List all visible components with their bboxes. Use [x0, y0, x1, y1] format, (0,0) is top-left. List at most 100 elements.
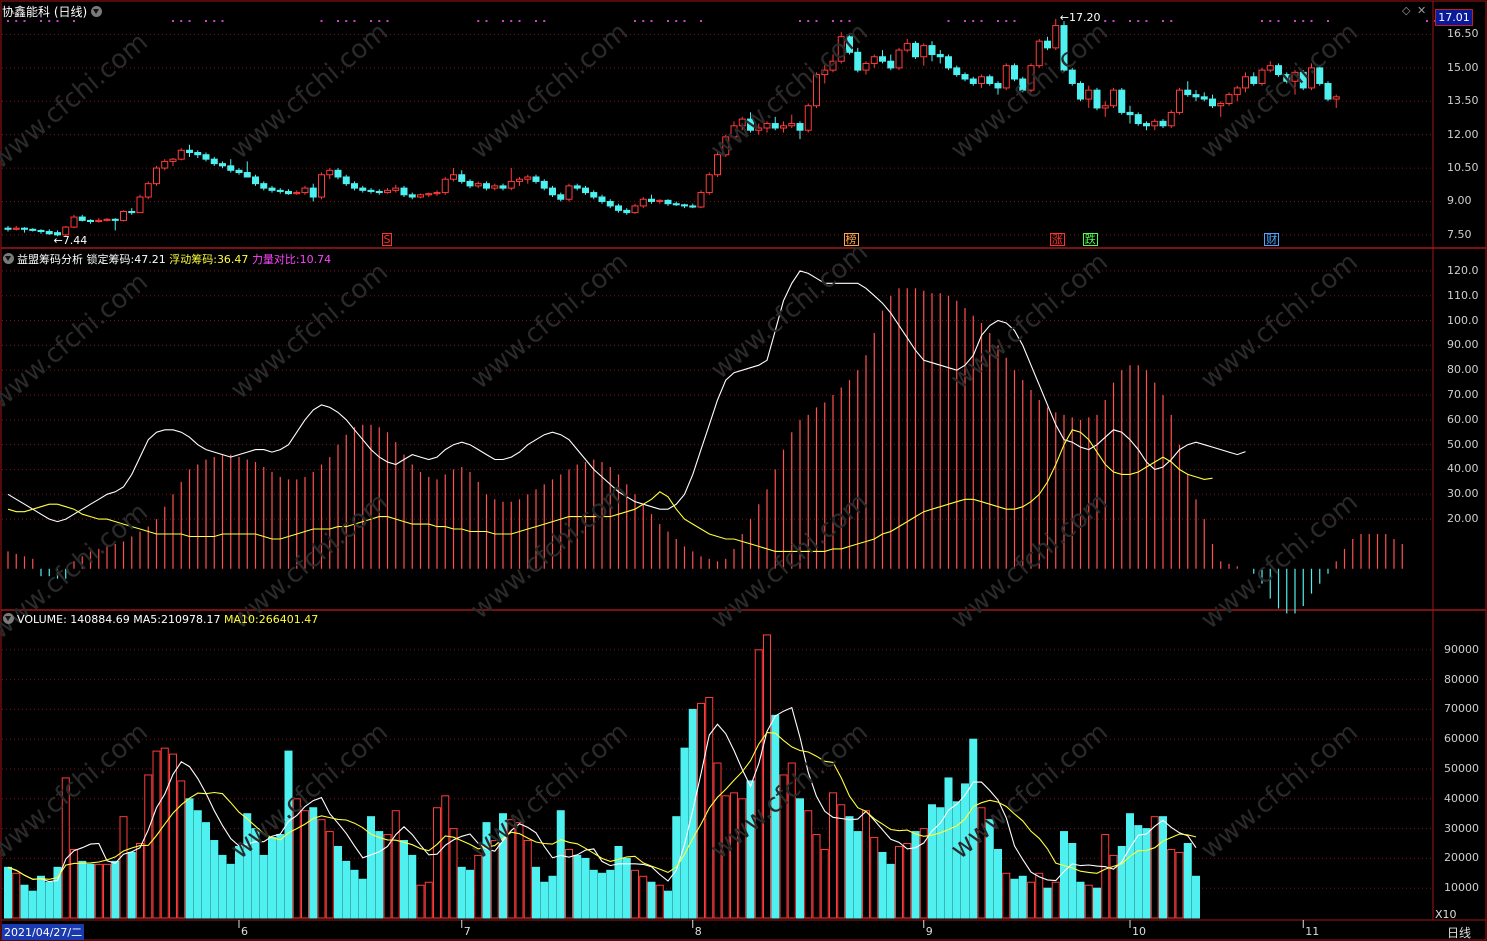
volume-bar — [152, 750, 161, 919]
candle-body — [400, 187, 408, 196]
candle-body — [103, 218, 111, 221]
volume-bar — [1051, 881, 1060, 919]
indicator-menu-icon[interactable] — [3, 253, 14, 264]
price-tick-label: 10.50 — [1447, 161, 1479, 175]
volume-bar — [1183, 843, 1192, 919]
top-marker-dot — [807, 20, 810, 22]
month-label: 7 — [463, 925, 471, 938]
candle-body — [516, 178, 523, 182]
volume-bar — [342, 860, 351, 919]
top-marker-dot — [1170, 20, 1173, 22]
volume-bar — [1068, 843, 1077, 919]
stock-title: 协鑫能科 (日线) — [2, 3, 105, 20]
watermark-text: www.cfchi.com — [705, 487, 874, 635]
candle-body — [656, 199, 664, 202]
candle-body — [590, 192, 598, 198]
volume-bar — [688, 708, 697, 919]
top-marker-dot — [1162, 20, 1164, 22]
candle-body — [1118, 89, 1126, 113]
top-marker-dot — [320, 20, 323, 22]
top-marker-dot — [56, 20, 59, 22]
volume-bar — [1101, 834, 1110, 919]
candle-body — [1110, 89, 1117, 107]
candle-body — [235, 169, 243, 174]
candle-body — [928, 45, 936, 56]
indicator-tick-label: 40.00 — [1447, 462, 1479, 476]
volume-bar — [1167, 848, 1176, 919]
indicator-tick-label: 90.00 — [1447, 338, 1479, 352]
indicator-name: 益盟筹码分析 — [17, 253, 83, 266]
volume-bar — [185, 798, 194, 919]
volume-bar — [441, 795, 450, 919]
top-marker-dot — [180, 20, 183, 22]
period-label[interactable]: 日线 — [1447, 924, 1471, 941]
volume-bar — [391, 810, 400, 919]
volume-bar — [1126, 813, 1134, 919]
candle-body — [1002, 65, 1010, 89]
volume-bar — [28, 890, 37, 919]
low-price-label: ←7.44 — [53, 234, 88, 248]
top-marker-dot — [172, 20, 174, 22]
candle-body — [920, 45, 928, 58]
top-marker-dot — [213, 20, 216, 22]
top-marker-dot — [1269, 20, 1272, 22]
top-marker-dot — [815, 20, 818, 22]
close-icon[interactable]: ✕ — [1417, 4, 1426, 17]
volume-bar — [4, 866, 12, 919]
top-marker-dot — [1327, 20, 1329, 22]
volume-bar — [523, 840, 532, 919]
candle-body — [161, 160, 169, 169]
candle-body — [1324, 82, 1332, 100]
volume-tick-label: 70000 — [1444, 702, 1479, 716]
candle-body — [458, 174, 466, 182]
candle-body — [1184, 89, 1192, 96]
indicator-tick-label: 70.00 — [1447, 388, 1479, 401]
candle-body — [1143, 123, 1150, 127]
top-marker-dot — [1145, 20, 1148, 22]
top-marker-dot — [832, 20, 834, 22]
candle-body — [1159, 120, 1167, 127]
candle-body — [953, 67, 961, 76]
indicator-tick-label: 100.0 — [1447, 313, 1479, 327]
watermark-text: www.cfchi.com — [225, 17, 394, 165]
event-mark-财: 财 — [1264, 233, 1280, 246]
candle-body — [606, 200, 614, 207]
candle-body — [1044, 40, 1051, 49]
candle-body — [29, 228, 37, 231]
candle-body — [177, 149, 185, 160]
menu-toggle-icon[interactable] — [91, 6, 103, 17]
candle-body — [524, 176, 532, 180]
volume-bar — [202, 822, 210, 919]
candle-body — [705, 174, 713, 194]
volume-bar — [1093, 887, 1101, 919]
candle-body — [367, 189, 375, 192]
candle-body — [879, 56, 886, 62]
candle-body — [903, 42, 911, 51]
candle-body — [664, 199, 672, 205]
candle-body — [499, 185, 507, 189]
event-mark-S: S — [381, 233, 393, 246]
candle-body — [219, 163, 226, 167]
diamond-icon[interactable]: ◇ — [1402, 4, 1410, 17]
candle-body — [623, 209, 631, 214]
volume-bar — [532, 866, 540, 919]
watermark-text: www.cfchi.com — [0, 267, 154, 415]
volume-bar — [763, 634, 771, 919]
volume-bar — [870, 837, 879, 919]
volume-bar — [12, 872, 21, 919]
volume-menu-icon[interactable] — [3, 613, 14, 624]
volume-bar — [845, 816, 854, 919]
candle-body — [45, 231, 53, 235]
volume-bar — [309, 807, 318, 919]
top-marker-dot — [518, 20, 521, 22]
indicator-tick-label: 60.00 — [1447, 412, 1479, 426]
volume-bar — [210, 840, 219, 919]
chart-svg[interactable]: www.cfchi.com www.cfchi.com www.cfchi.com w… — [0, 0, 1487, 941]
volume-unit: X10 — [1435, 908, 1457, 921]
watermark-text: www.cfchi.com — [705, 17, 874, 165]
power-value: 10.74 — [299, 253, 332, 266]
candle-body — [351, 183, 358, 189]
watermark-text: www.cfchi.com — [465, 17, 634, 165]
candle-body — [95, 219, 103, 223]
volume-bar — [639, 875, 648, 919]
